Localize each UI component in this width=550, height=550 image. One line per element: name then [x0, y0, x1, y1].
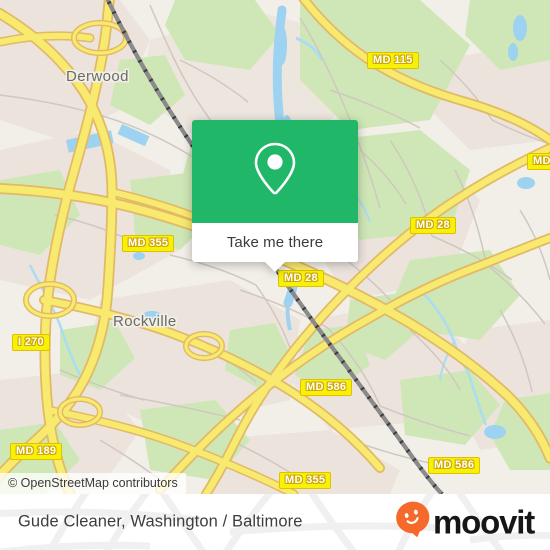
location-popup-card[interactable]: Take me there [192, 120, 358, 272]
take-me-there-label: Take me there [226, 234, 324, 251]
route-shield-i-270: I 270 [12, 334, 50, 351]
moovit-smiley-pin-icon [395, 501, 431, 544]
route-shield-md-355-south: MD 355 [279, 472, 332, 489]
route-shield-md-28-center: MD 28 [278, 270, 324, 287]
popup-action-bar[interactable]: Take me there [192, 223, 358, 272]
route-shield-md-clipped: MD [527, 153, 550, 170]
route-shield-md-355-north: MD 355 [122, 235, 175, 252]
location-title: Gude Cleaner, Washington / Baltimore [18, 512, 303, 531]
bottom-info-bar: Gude Cleaner, Washington / Baltimore moo… [0, 494, 550, 550]
moovit-wordmark: moovit [433, 503, 535, 541]
map-attribution[interactable]: © OpenStreetMap contributors [0, 473, 186, 494]
route-shield-md-189: MD 189 [10, 443, 63, 460]
screenshot-root: Derwood Rockville MD 115 MD MD 28 MD 355… [0, 0, 550, 550]
route-shield-md-115: MD 115 [367, 52, 419, 69]
moovit-brand[interactable]: moovit [395, 501, 535, 544]
popup-pointer-tail [264, 261, 286, 272]
route-shield-md-28-east: MD 28 [410, 217, 456, 234]
map-pin-icon [252, 141, 298, 202]
route-shield-md-586-east: MD 586 [428, 457, 481, 474]
popup-icon-area [192, 120, 358, 223]
route-shield-md-586-west: MD 586 [300, 379, 353, 396]
